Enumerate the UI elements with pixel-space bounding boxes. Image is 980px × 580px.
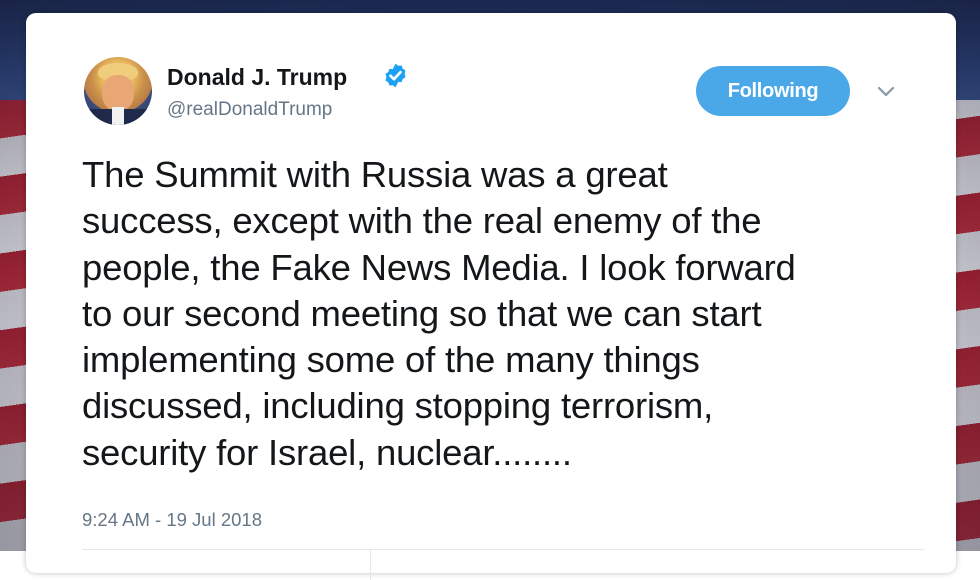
following-button[interactable]: Following [696, 66, 850, 116]
tweet-text-line: security for Israel, nuclear........ [82, 431, 572, 473]
avatar[interactable] [84, 57, 152, 125]
stats-divider [82, 549, 924, 550]
tweet-text-line: discussed, including stopping terrorism, [82, 385, 714, 427]
tweet-text-line: to our second meeting so that we can sta… [82, 292, 762, 334]
tweet-text-line: implementing some of the many things [82, 339, 700, 381]
tweet-timestamp[interactable]: 9:24 AM - 19 Jul 2018 [82, 509, 262, 531]
chevron-down-icon[interactable] [876, 84, 896, 98]
avatar-face [102, 75, 134, 111]
author-handle[interactable]: @realDonaldTrump [167, 99, 332, 121]
verified-badge-icon [385, 63, 406, 88]
tweet-text-line: success, except with the real enemy of t… [82, 200, 762, 242]
tweet-text-line: people, the Fake News Media. I look forw… [82, 246, 796, 288]
author-display-name[interactable]: Donald J. Trump [167, 64, 347, 91]
stats-column-divider [370, 550, 371, 580]
tweet-text-line: The Summit with Russia was a great [82, 154, 668, 195]
tweet-text: The Summit with Russia was a great succe… [82, 152, 912, 476]
tweet-card: Donald J. Trump @realDonaldTrump Followi… [26, 13, 956, 580]
avatar-shirt [112, 107, 124, 125]
